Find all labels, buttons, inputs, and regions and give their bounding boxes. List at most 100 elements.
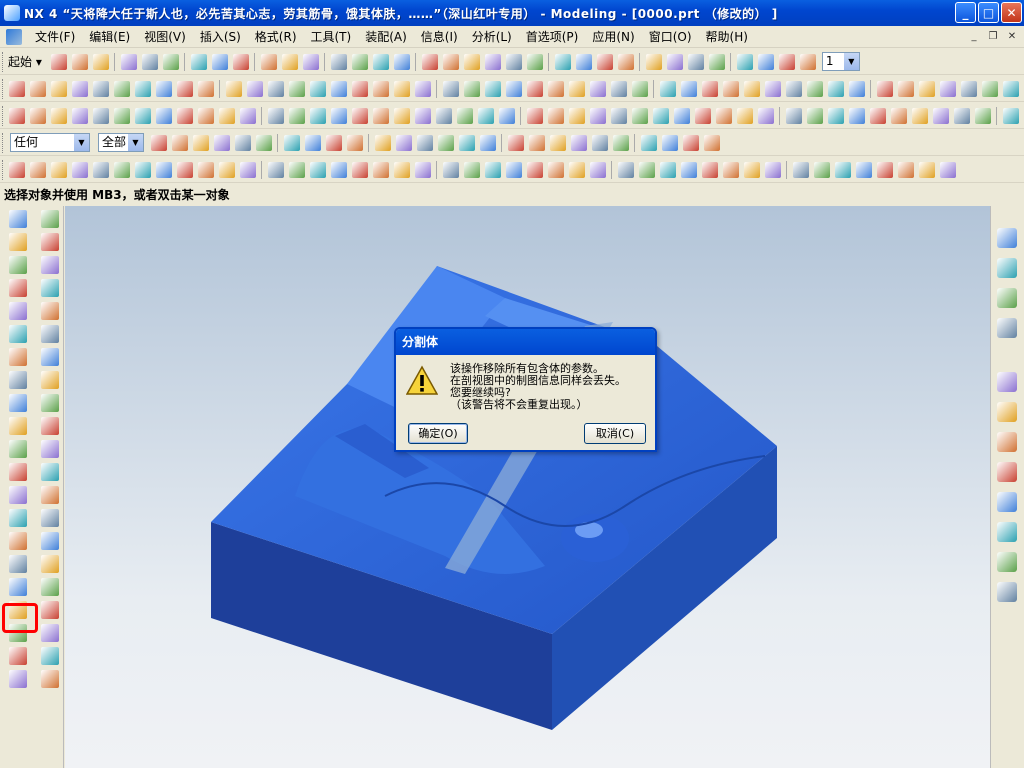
toolbar-tool-icon[interactable] (592, 135, 608, 151)
menu-analysis[interactable]: 分析(L) (465, 26, 519, 48)
toolbar-tool-icon[interactable] (373, 108, 389, 124)
toolbar-tool-icon[interactable] (554, 54, 571, 70)
feature-tool-icon[interactable] (41, 233, 59, 251)
toolbar-tool-icon[interactable] (617, 54, 634, 70)
toolbar-grip[interactable] (2, 160, 5, 180)
feature-tool-icon[interactable] (9, 532, 27, 550)
toolbar-tool-icon[interactable] (135, 108, 151, 124)
toolbar-tool-icon[interactable] (596, 54, 613, 70)
resource-tab-icon[interactable] (997, 372, 1017, 392)
toolbar-tool-icon[interactable] (835, 162, 851, 178)
toolbar-tool-icon[interactable] (436, 108, 452, 124)
toolbar-tool-icon[interactable] (310, 81, 326, 97)
toolbar-tool-icon[interactable] (590, 108, 606, 124)
graphics-viewport[interactable] (65, 206, 990, 768)
feature-tool-icon[interactable] (41, 325, 59, 343)
toolbar-tool-icon[interactable] (940, 81, 956, 97)
toolbar-tool-icon[interactable] (93, 108, 109, 124)
toolbar-tool-icon[interactable] (72, 108, 88, 124)
feature-tool-icon[interactable] (9, 486, 27, 504)
toolbar-tool-icon[interactable] (289, 108, 305, 124)
toolbar-tool-icon[interactable] (284, 135, 300, 151)
toolbar-tool-icon[interactable] (485, 81, 501, 97)
toolbar-tool-icon[interactable] (464, 162, 480, 178)
toolbar-tool-icon[interactable] (778, 54, 795, 70)
toolbar-tool-icon[interactable] (527, 81, 543, 97)
toolbar-tool-icon[interactable] (849, 81, 865, 97)
toolbar-tool-icon[interactable] (723, 162, 739, 178)
feature-tool-icon[interactable] (41, 486, 59, 504)
toolbar-tool-icon[interactable] (372, 54, 389, 70)
toolbar-tool-icon[interactable] (459, 135, 475, 151)
toolbar-tool-icon[interactable] (240, 162, 256, 178)
toolbar-tool-icon[interactable] (394, 162, 410, 178)
feature-tool-icon[interactable] (41, 417, 59, 435)
feature-tool-icon[interactable] (9, 440, 27, 458)
resource-tab-icon[interactable] (997, 432, 1017, 452)
toolbar-tool-icon[interactable] (613, 135, 629, 151)
toolbar-tool-icon[interactable] (982, 81, 998, 97)
feature-tool-icon[interactable] (41, 670, 59, 688)
toolbar-tool-icon[interactable] (352, 108, 368, 124)
toolbar-tool-icon[interactable] (71, 54, 88, 70)
feature-tool-icon[interactable] (41, 394, 59, 412)
toolbar-tool-icon[interactable] (172, 135, 188, 151)
feature-tool-icon[interactable] (9, 647, 27, 665)
feature-tool-icon[interactable] (9, 325, 27, 343)
toolbar-tool-icon[interactable] (550, 135, 566, 151)
toolbar-tool-icon[interactable] (373, 81, 389, 97)
feature-tool-icon[interactable] (9, 279, 27, 297)
resource-tab-icon[interactable] (997, 402, 1017, 422)
toolbar-tool-icon[interactable] (415, 108, 431, 124)
cancel-button[interactable]: 取消(C) (584, 423, 646, 444)
toolbar-tool-icon[interactable] (702, 81, 718, 97)
toolbar-tool-icon[interactable] (347, 135, 363, 151)
toolbar-tool-icon[interactable] (464, 81, 480, 97)
toolbar-tool-icon[interactable] (394, 108, 410, 124)
toolbar-tool-icon[interactable] (331, 108, 347, 124)
feature-tool-icon[interactable] (9, 210, 27, 228)
toolbar-grip[interactable] (2, 106, 5, 126)
toolbar-tool-icon[interactable] (662, 135, 678, 151)
toolbar-tool-icon[interactable] (9, 81, 25, 97)
resource-tab-icon[interactable] (997, 522, 1017, 542)
toolbar-tool-icon[interactable] (898, 162, 914, 178)
toolbar-tool-icon[interactable] (92, 54, 109, 70)
toolbar-tool-icon[interactable] (480, 135, 496, 151)
toolbar-tool-icon[interactable] (814, 162, 830, 178)
toolbar-tool-icon[interactable] (463, 54, 480, 70)
toolbar-tool-icon[interactable] (527, 108, 543, 124)
toolbar-tool-icon[interactable] (666, 54, 683, 70)
toolbar-tool-icon[interactable] (681, 81, 697, 97)
toolbar-tool-icon[interactable] (135, 162, 151, 178)
toolbar-tool-icon[interactable] (632, 108, 648, 124)
toolbar-tool-icon[interactable] (214, 135, 230, 151)
toolbar-tool-icon[interactable] (529, 135, 545, 151)
feature-tool-icon[interactable] (41, 210, 59, 228)
toolbar-tool-icon[interactable] (9, 108, 25, 124)
toolbar-tool-icon[interactable] (156, 162, 172, 178)
doc-minimize-button[interactable]: _ (966, 29, 982, 44)
toolbar-tool-icon[interactable] (51, 81, 67, 97)
toolbar-tool-icon[interactable] (569, 81, 585, 97)
toolbar-tool-icon[interactable] (765, 162, 781, 178)
toolbar-tool-icon[interactable] (758, 108, 774, 124)
resource-tab-icon[interactable] (997, 258, 1017, 278)
chevron-down-icon[interactable]: ▼ (843, 53, 859, 70)
toolbar-grip[interactable] (2, 79, 5, 99)
toolbar-grip[interactable] (2, 133, 5, 153)
feature-tool-icon[interactable] (9, 509, 27, 527)
menu-tools[interactable]: 工具(T) (304, 26, 359, 48)
toolbar-tool-icon[interactable] (744, 162, 760, 178)
selection-scope-select[interactable]: 全部 ▼ (98, 133, 144, 152)
toolbar-tool-icon[interactable] (508, 135, 524, 151)
toolbar-tool-icon[interactable] (226, 81, 242, 97)
toolbar-tool-icon[interactable] (548, 162, 564, 178)
toolbar-tool-icon[interactable] (211, 54, 228, 70)
toolbar-tool-icon[interactable] (799, 54, 816, 70)
toolbar-tool-icon[interactable] (933, 108, 949, 124)
ok-button[interactable]: 确定(O) (408, 423, 468, 444)
toolbar-tool-icon[interactable] (736, 54, 753, 70)
toolbar-tool-icon[interactable] (141, 54, 158, 70)
toolbar-tool-icon[interactable] (443, 81, 459, 97)
